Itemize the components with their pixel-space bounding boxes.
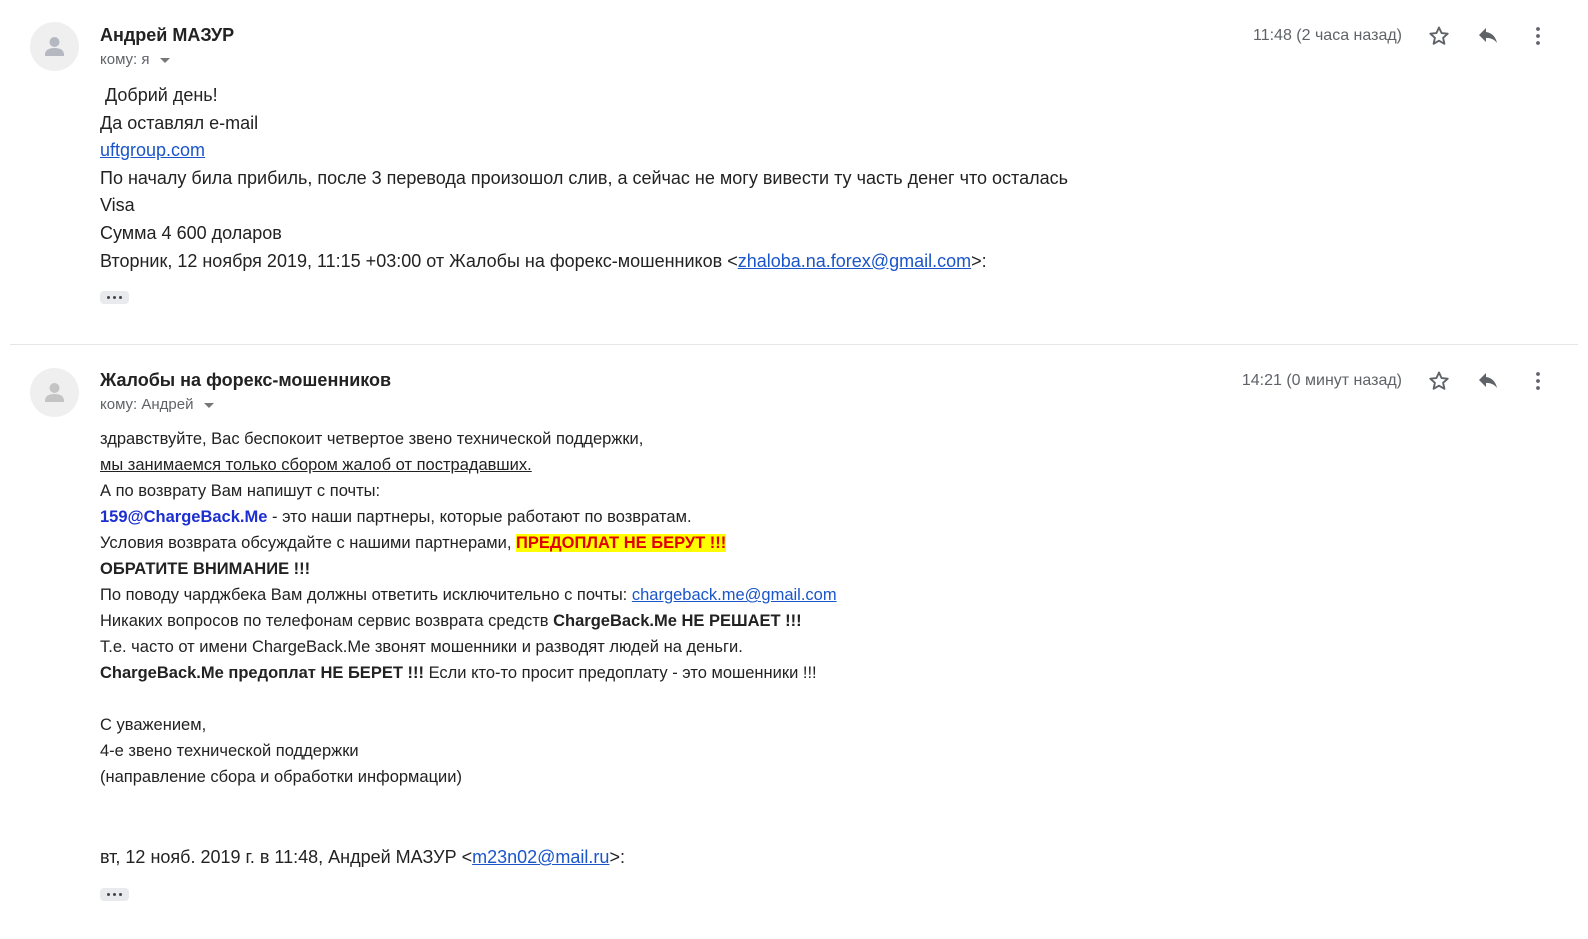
reply-icon <box>1479 373 1497 388</box>
quote-email-link[interactable]: m23n02@mail.ru <box>472 847 609 867</box>
body-line: По поводу чарджбека Вам должны ответить … <box>100 582 837 608</box>
quote-header-text: Вторник, 12 ноября 2019, 11:15 +03:00 от… <box>100 250 738 271</box>
body-line: ChargeBack.Me предоплат НЕ БЕРЕТ !!! Есл… <box>100 660 837 686</box>
chevron-down-icon[interactable] <box>203 403 214 408</box>
sender-name[interactable]: Жалобы на форекс-мошенников <box>100 370 391 391</box>
attention-heading: ОБРАТИТЕ ВНИМАНИЕ !!! <box>100 560 311 578</box>
body-text: Условия возврата обсуждайте с нашими пар… <box>100 534 517 552</box>
body-text: Никаких вопросов по телефонам сервис воз… <box>100 612 554 630</box>
bold-text: ChargeBack.Me НЕ РЕШАЕТ !!! <box>553 612 802 630</box>
chevron-down-icon[interactable] <box>159 58 170 63</box>
body-line: Да оставлял e-mail <box>100 112 259 133</box>
body-line: А по возврату Вам напишут с почты: <box>100 482 381 500</box>
more-vert-icon <box>1536 27 1540 45</box>
body-text: По поводу чарджбека Вам должны ответить … <box>100 586 632 604</box>
recipient-details[interactable]: кому: я <box>100 51 170 68</box>
chargeback-email-link[interactable]: chargeback.me@gmail.com <box>632 586 837 604</box>
website-link[interactable]: uftgroup.com <box>100 140 205 160</box>
quote-header-text: вт, 12 нояб. 2019 г. в 11:48, Андрей МАЗ… <box>100 847 473 867</box>
show-trimmed-content-button[interactable] <box>100 888 129 901</box>
body-line: Т.е. часто от имени ChargeBack.Me звонят… <box>100 638 743 656</box>
body-line: здравствуйте, Вас беспокоит четвертое зв… <box>100 430 644 448</box>
message-body: здравствуйте, Вас беспокоит четвертое зв… <box>100 426 837 790</box>
signature-line: 4-е звено технической поддержки <box>100 742 359 760</box>
body-line: Условия возврата обсуждайте с нашими пар… <box>100 530 837 556</box>
star-button[interactable] <box>1425 367 1453 395</box>
body-line: Добрий день! <box>100 85 218 105</box>
more-options-button[interactable] <box>1524 367 1552 395</box>
quote-header-suffix: >: <box>971 250 987 271</box>
body-line: 159@ChargeBack.Me - это наши партнеры, к… <box>100 504 837 530</box>
message-time: 14:21 (0 минут назад) <box>1241 372 1402 389</box>
person-icon <box>45 383 64 402</box>
body-line: Visa <box>100 195 135 216</box>
recipient-details[interactable]: кому: Андрей <box>100 396 214 413</box>
quote-header: Вторник, 12 ноября 2019, 11:15 +03:00 от… <box>100 248 1068 276</box>
quote-email-link[interactable]: zhaloba.na.forex@gmail.com <box>738 251 971 271</box>
star-button[interactable] <box>1425 22 1453 50</box>
body-line: Никаких вопросов по телефонам сервис воз… <box>100 608 837 634</box>
message-body: Добрий день! Да оставлял e-mail uftgroup… <box>100 82 1068 275</box>
message-1: Андрей МАЗУР кому: я 11:48 (2 часа назад… <box>0 0 1588 345</box>
body-line: мы занимаемся только сбором жалоб от пос… <box>100 456 532 474</box>
more-options-button[interactable] <box>1524 22 1552 50</box>
body-line: Сумма 4 600 доларов <box>100 222 282 243</box>
signature-line: С уважением, <box>100 716 207 734</box>
body-text: - это наши партнеры, которые работают по… <box>267 508 692 526</box>
body-text: Если кто-то просит предоплату - это моше… <box>423 664 817 682</box>
quote-header: вт, 12 нояб. 2019 г. в 11:48, Андрей МАЗ… <box>100 847 625 868</box>
bold-text: ChargeBack.Me предоплат НЕ БЕРЕТ !!! <box>100 664 424 682</box>
highlighted-warning: ПРЕДОПЛАТ НЕ БЕРУТ !!! <box>516 534 727 552</box>
quote-header-suffix: >: <box>609 847 625 867</box>
sender-name[interactable]: Андрей МАЗУР <box>100 25 234 46</box>
reply-button[interactable] <box>1474 22 1502 50</box>
recipient-label: кому: я <box>100 51 150 68</box>
message-2: Жалобы на форекс-мошенников кому: Андрей… <box>0 345 1588 939</box>
message-time: 11:48 (2 часа назад) <box>1253 27 1402 44</box>
star-icon <box>1429 26 1449 45</box>
person-icon <box>45 37 64 56</box>
more-vert-icon <box>1536 372 1540 390</box>
show-trimmed-content-button[interactable] <box>100 291 129 304</box>
signature-line: (направление сбора и обработки информаци… <box>100 768 462 786</box>
avatar[interactable] <box>30 368 79 417</box>
avatar[interactable] <box>30 22 79 71</box>
body-line: По началу била прибиль, после 3 перевода… <box>100 167 1068 188</box>
star-icon <box>1429 371 1449 390</box>
reply-icon <box>1479 28 1497 43</box>
partner-email: 159@ChargeBack.Me <box>100 508 268 526</box>
reply-button[interactable] <box>1474 367 1502 395</box>
recipient-label: кому: Андрей <box>100 396 194 413</box>
